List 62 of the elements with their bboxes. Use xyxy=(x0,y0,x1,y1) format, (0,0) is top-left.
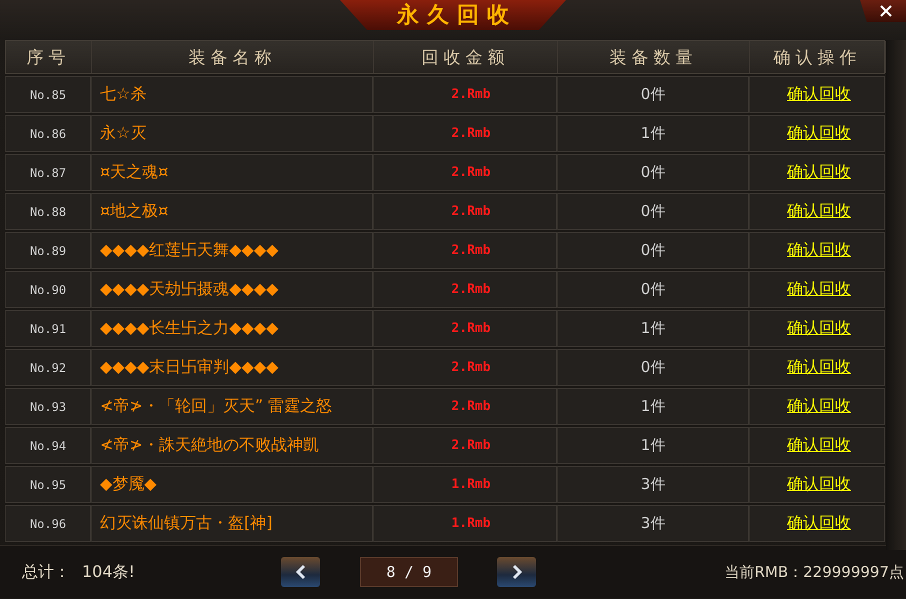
row-number: No.89 xyxy=(30,244,66,258)
item-name: ¤地之极¤ xyxy=(100,201,168,222)
row-number: No.86 xyxy=(30,126,66,140)
chevron-left-icon xyxy=(294,564,306,580)
recycle-amount: 2.Rmb xyxy=(451,126,491,141)
previous-page-button[interactable] xyxy=(281,557,320,587)
column-header: 序号 xyxy=(6,41,92,73)
column-header: 回收金额 xyxy=(374,41,558,73)
total-label: 总计： xyxy=(22,562,71,582)
item-name: ◆梦魇◆ xyxy=(100,474,157,495)
item-quantity: 1件 xyxy=(640,436,666,455)
item-name: ≮帝≯・誅天絶地の不败战神凱 xyxy=(100,435,319,456)
column-header: 装备数量 xyxy=(558,41,750,73)
recycle-amount: 2.Rmb xyxy=(451,282,491,297)
item-quantity: 1件 xyxy=(640,319,666,338)
recycle-amount: 1.Rmb xyxy=(451,477,491,492)
recycle-amount: 2.Rmb xyxy=(451,243,491,258)
item-quantity: 3件 xyxy=(640,475,666,494)
item-name: ◆◆◆◆末日卐审判◆◆◆◆ xyxy=(100,357,278,378)
recycle-amount: 2.Rmb xyxy=(451,165,491,180)
row-number: No.94 xyxy=(30,438,66,452)
row-number: No.93 xyxy=(30,400,66,414)
item-name: 永☆灭 xyxy=(100,123,146,144)
row-number: No.91 xyxy=(30,322,66,336)
column-header: 装备名称 xyxy=(92,41,374,73)
item-name: ≮帝≯・「轮回」灭天” 雷霆之怒 xyxy=(100,396,332,417)
row-number: No.90 xyxy=(30,282,66,296)
recycle-amount: 2.Rmb xyxy=(451,204,491,219)
window-title: 永久回收 xyxy=(340,0,566,30)
recycle-amount: 2.Rmb xyxy=(451,87,491,102)
balance-text: 当前RMB：229999997点 xyxy=(724,562,905,582)
item-name: ◆◆◆◆天劫卐摄魂◆◆◆◆ xyxy=(100,279,278,300)
page-indicator: 8 / 9 xyxy=(360,557,458,587)
row-number: No.92 xyxy=(30,360,66,374)
item-quantity: 1件 xyxy=(640,124,666,143)
item-quantity: 0件 xyxy=(640,202,666,221)
total-count: 104条! xyxy=(82,562,136,582)
row-number: No.87 xyxy=(30,166,66,180)
next-page-button[interactable] xyxy=(497,557,536,587)
item-name: 幻灭诛仙镇万古・盔[神] xyxy=(100,513,272,534)
item-name: 七☆杀 xyxy=(100,84,146,105)
item-quantity: 1件 xyxy=(640,397,666,416)
item-quantity: 3件 xyxy=(640,514,666,533)
item-quantity: 0件 xyxy=(640,280,666,299)
close-icon xyxy=(880,5,892,17)
row-number: No.88 xyxy=(30,204,66,218)
recycle-amount: 2.Rmb xyxy=(451,360,491,375)
recycle-amount: 2.Rmb xyxy=(451,321,491,336)
item-name: ¤天之魂¤ xyxy=(100,162,168,183)
row-number: No.85 xyxy=(30,88,66,102)
item-quantity: 0件 xyxy=(640,85,666,104)
row-number: No.95 xyxy=(30,478,66,492)
row-number: No.96 xyxy=(30,516,66,530)
recycle-amount: 1.Rmb xyxy=(451,516,491,531)
item-name: ◆◆◆◆红莲卐天舞◆◆◆◆ xyxy=(100,240,278,261)
recycle-amount: 2.Rmb xyxy=(451,399,491,414)
item-quantity: 0件 xyxy=(640,358,666,377)
item-quantity: 0件 xyxy=(640,163,666,182)
item-name: ◆◆◆◆长生卐之力◆◆◆◆ xyxy=(100,318,278,339)
recycle-amount: 2.Rmb xyxy=(451,438,491,453)
item-quantity: 0件 xyxy=(640,241,666,260)
chevron-right-icon xyxy=(510,564,522,580)
